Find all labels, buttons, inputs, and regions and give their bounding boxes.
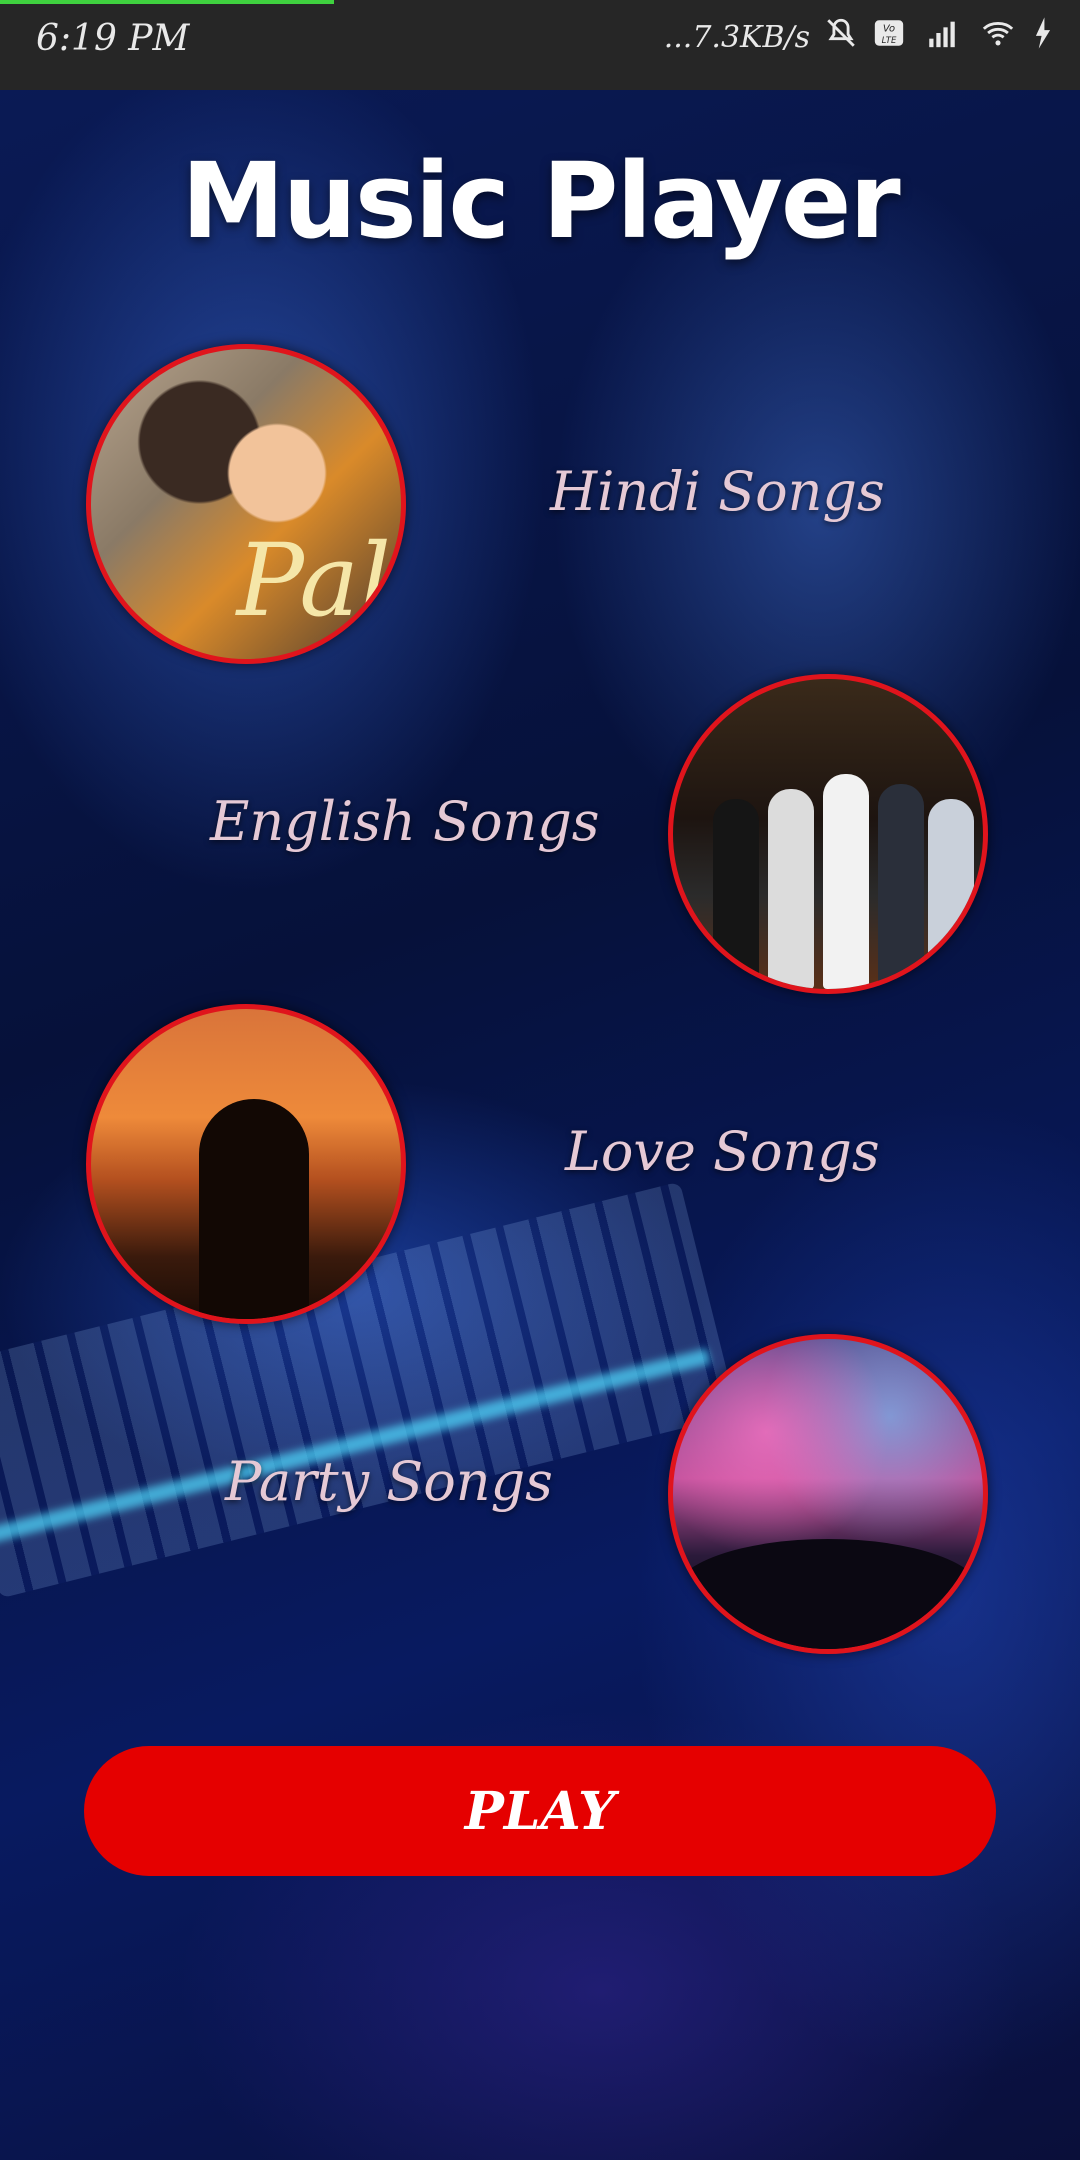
svg-text:Vo: Vo [883, 24, 895, 35]
svg-text:LTE: LTE [882, 36, 897, 46]
status-time: 6:19 PM [36, 18, 190, 59]
band-member [878, 784, 924, 989]
crowd-silhouette [673, 1539, 983, 1649]
band-member [713, 799, 759, 989]
volte-icon: Vo LTE [872, 16, 906, 58]
party-songs-label[interactable]: Party Songs [225, 1450, 553, 1513]
wifi-icon [978, 16, 1018, 58]
mute-icon [824, 16, 858, 58]
app-title: Music Player [181, 140, 900, 262]
charging-icon [1032, 16, 1054, 58]
signal-4g-icon [920, 16, 964, 58]
party-songs-image[interactable] [668, 1334, 988, 1654]
band-member [768, 789, 814, 989]
band-member [928, 799, 974, 989]
couple-silhouette [199, 1099, 309, 1319]
play-button[interactable]: PLAY [84, 1746, 996, 1876]
hindi-songs-label[interactable]: Hindi Songs [550, 460, 885, 523]
status-bar: 6:19 PM ...7.3KB/s Vo LTE [0, 0, 1080, 90]
love-songs-label[interactable]: Love Songs [565, 1120, 880, 1183]
network-speed: ...7.3KB/s [663, 19, 810, 55]
english-songs-image[interactable] [668, 674, 988, 994]
status-icons: ...7.3KB/s Vo LTE [664, 16, 1054, 58]
english-songs-label[interactable]: English Songs [210, 790, 600, 853]
hindi-cover-script: Pal [236, 522, 391, 639]
hindi-songs-image[interactable]: Pal [86, 344, 406, 664]
load-progress-bar [0, 0, 334, 4]
band-member [823, 774, 869, 989]
love-songs-image[interactable] [86, 1004, 406, 1324]
